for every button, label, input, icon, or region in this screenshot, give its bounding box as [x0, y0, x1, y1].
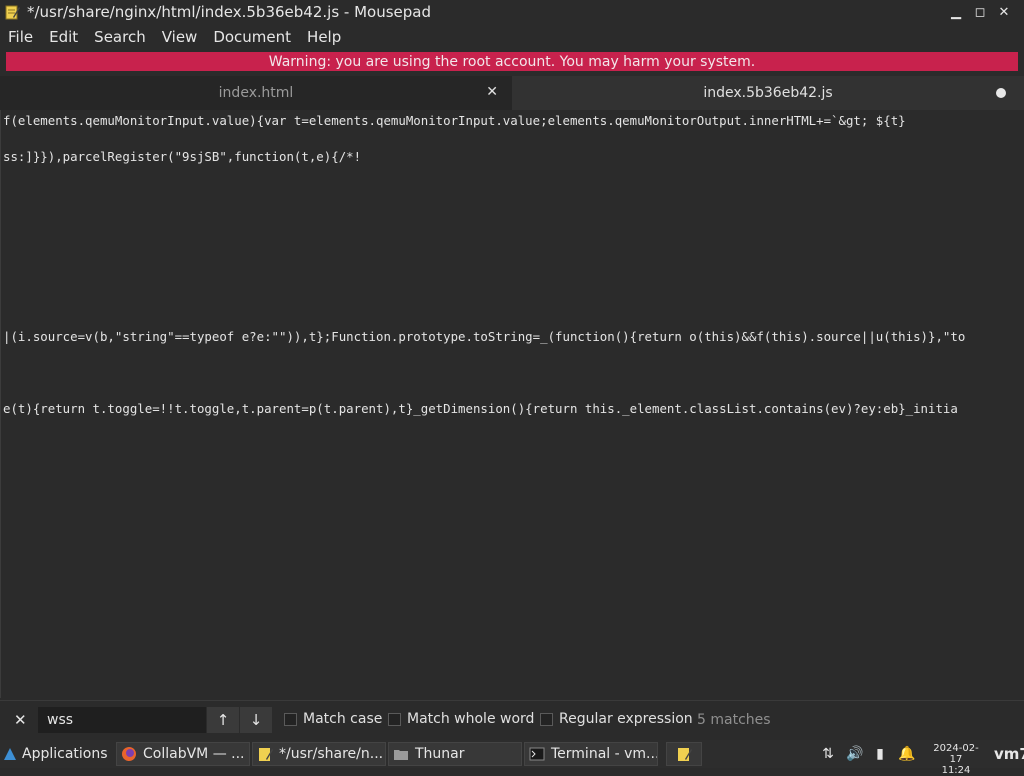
- applications-menu-button[interactable]: Applications: [2, 742, 114, 766]
- code-line: f(elements.qemuMonitorInput.value){var t…: [3, 113, 906, 128]
- unsaved-dot-icon: [996, 88, 1006, 98]
- regular-expression-checkbox[interactable]: [540, 712, 553, 726]
- text-editor-area[interactable]: f(elements.qemuMonitorInput.value){var t…: [0, 110, 1024, 698]
- notification-bell-icon[interactable]: 🔔: [898, 746, 915, 762]
- close-search-icon[interactable]: ✕: [14, 711, 27, 729]
- next-match-button[interactable]: ↓: [240, 707, 272, 733]
- mousepad-launcher-icon: [678, 748, 692, 761]
- code-line: e(t){return t.toggle=!!t.toggle,t.parent…: [3, 401, 958, 416]
- terminal-icon: [529, 747, 545, 761]
- close-window-button[interactable]: ✕: [992, 2, 1016, 22]
- mousepad-app-icon: [5, 5, 20, 20]
- window-title: */usr/share/nginx/html/index.5b36eb42.js…: [27, 3, 431, 21]
- tab-label: index.5b36eb42.js: [703, 85, 833, 101]
- regular-expression-option[interactable]: Regular expression: [540, 711, 693, 727]
- title-bar: */usr/share/nginx/html/index.5b36eb42.js…: [0, 0, 1024, 24]
- search-input[interactable]: [38, 707, 206, 733]
- task-label: Terminal - vm...: [551, 746, 658, 762]
- task-terminal[interactable]: Terminal - vm...: [524, 742, 658, 766]
- match-count: 5 matches: [697, 712, 771, 728]
- menu-bar: File Edit Search View Document Help: [0, 25, 1024, 49]
- clock-date: 2024-02-17: [933, 743, 979, 765]
- match-case-checkbox[interactable]: [284, 712, 297, 726]
- mousepad-launcher[interactable]: [666, 742, 702, 766]
- clock-time: 11:24: [941, 765, 971, 776]
- regular-expression-label: Regular expression: [559, 711, 693, 727]
- task-firefox[interactable]: CollabVM — ...: [116, 742, 250, 766]
- mousepad-icon: [259, 748, 273, 761]
- tab-index-html[interactable]: index.html ✕: [0, 76, 512, 110]
- task-thunar[interactable]: Thunar: [388, 742, 522, 766]
- applications-label: Applications: [22, 746, 108, 762]
- menu-help[interactable]: Help: [299, 28, 349, 46]
- xfce-logo-icon: [4, 748, 16, 760]
- tab-label: index.html: [218, 85, 294, 101]
- previous-match-button[interactable]: ↑: [207, 707, 239, 733]
- match-whole-word-label: Match whole word: [407, 711, 535, 727]
- window-controls: ▁ ◻ ✕: [944, 2, 1016, 22]
- maximize-button[interactable]: ◻: [968, 2, 992, 22]
- task-label: Thunar: [415, 746, 465, 762]
- match-whole-word-checkbox[interactable]: [388, 712, 401, 726]
- clock[interactable]: 2024-02-17 11:24: [928, 743, 984, 776]
- search-bar: ✕ ↑ ↓ Match case Match whole word Regula…: [0, 700, 1024, 739]
- volume-icon[interactable]: 🔊: [846, 746, 863, 762]
- menu-file[interactable]: File: [0, 28, 41, 46]
- task-label: */usr/share/n...: [279, 746, 384, 762]
- folder-icon: [394, 750, 408, 760]
- user-menu[interactable]: vm7: [994, 745, 1024, 763]
- menu-document[interactable]: Document: [205, 28, 299, 46]
- code-line: |(i.source=v(b,"string"==typeof e?e:""))…: [3, 329, 966, 344]
- tab-index-js[interactable]: index.5b36eb42.js: [512, 76, 1024, 110]
- match-whole-word-option[interactable]: Match whole word: [388, 711, 534, 727]
- tab-bar: index.html ✕ index.5b36eb42.js: [0, 76, 1024, 110]
- taskbar: Applications CollabVM — ... */usr/share/…: [0, 740, 1024, 768]
- task-label: CollabVM — ...: [143, 746, 245, 762]
- network-icon[interactable]: ⇅: [820, 746, 836, 762]
- firefox-icon: [122, 747, 136, 761]
- tab-close-icon[interactable]: ✕: [486, 84, 498, 100]
- menu-view[interactable]: View: [154, 28, 206, 46]
- minimize-button[interactable]: ▁: [944, 2, 968, 22]
- menu-search[interactable]: Search: [86, 28, 154, 46]
- battery-icon[interactable]: ▮: [872, 746, 888, 762]
- task-mousepad[interactable]: */usr/share/n...: [252, 742, 386, 766]
- menu-edit[interactable]: Edit: [41, 28, 86, 46]
- root-warning-banner: Warning: you are using the root account.…: [6, 52, 1018, 71]
- match-case-option[interactable]: Match case: [284, 711, 382, 727]
- code-line: ss:]}}),parcelRegister("9sjSB",function(…: [3, 149, 362, 164]
- match-case-label: Match case: [303, 711, 383, 727]
